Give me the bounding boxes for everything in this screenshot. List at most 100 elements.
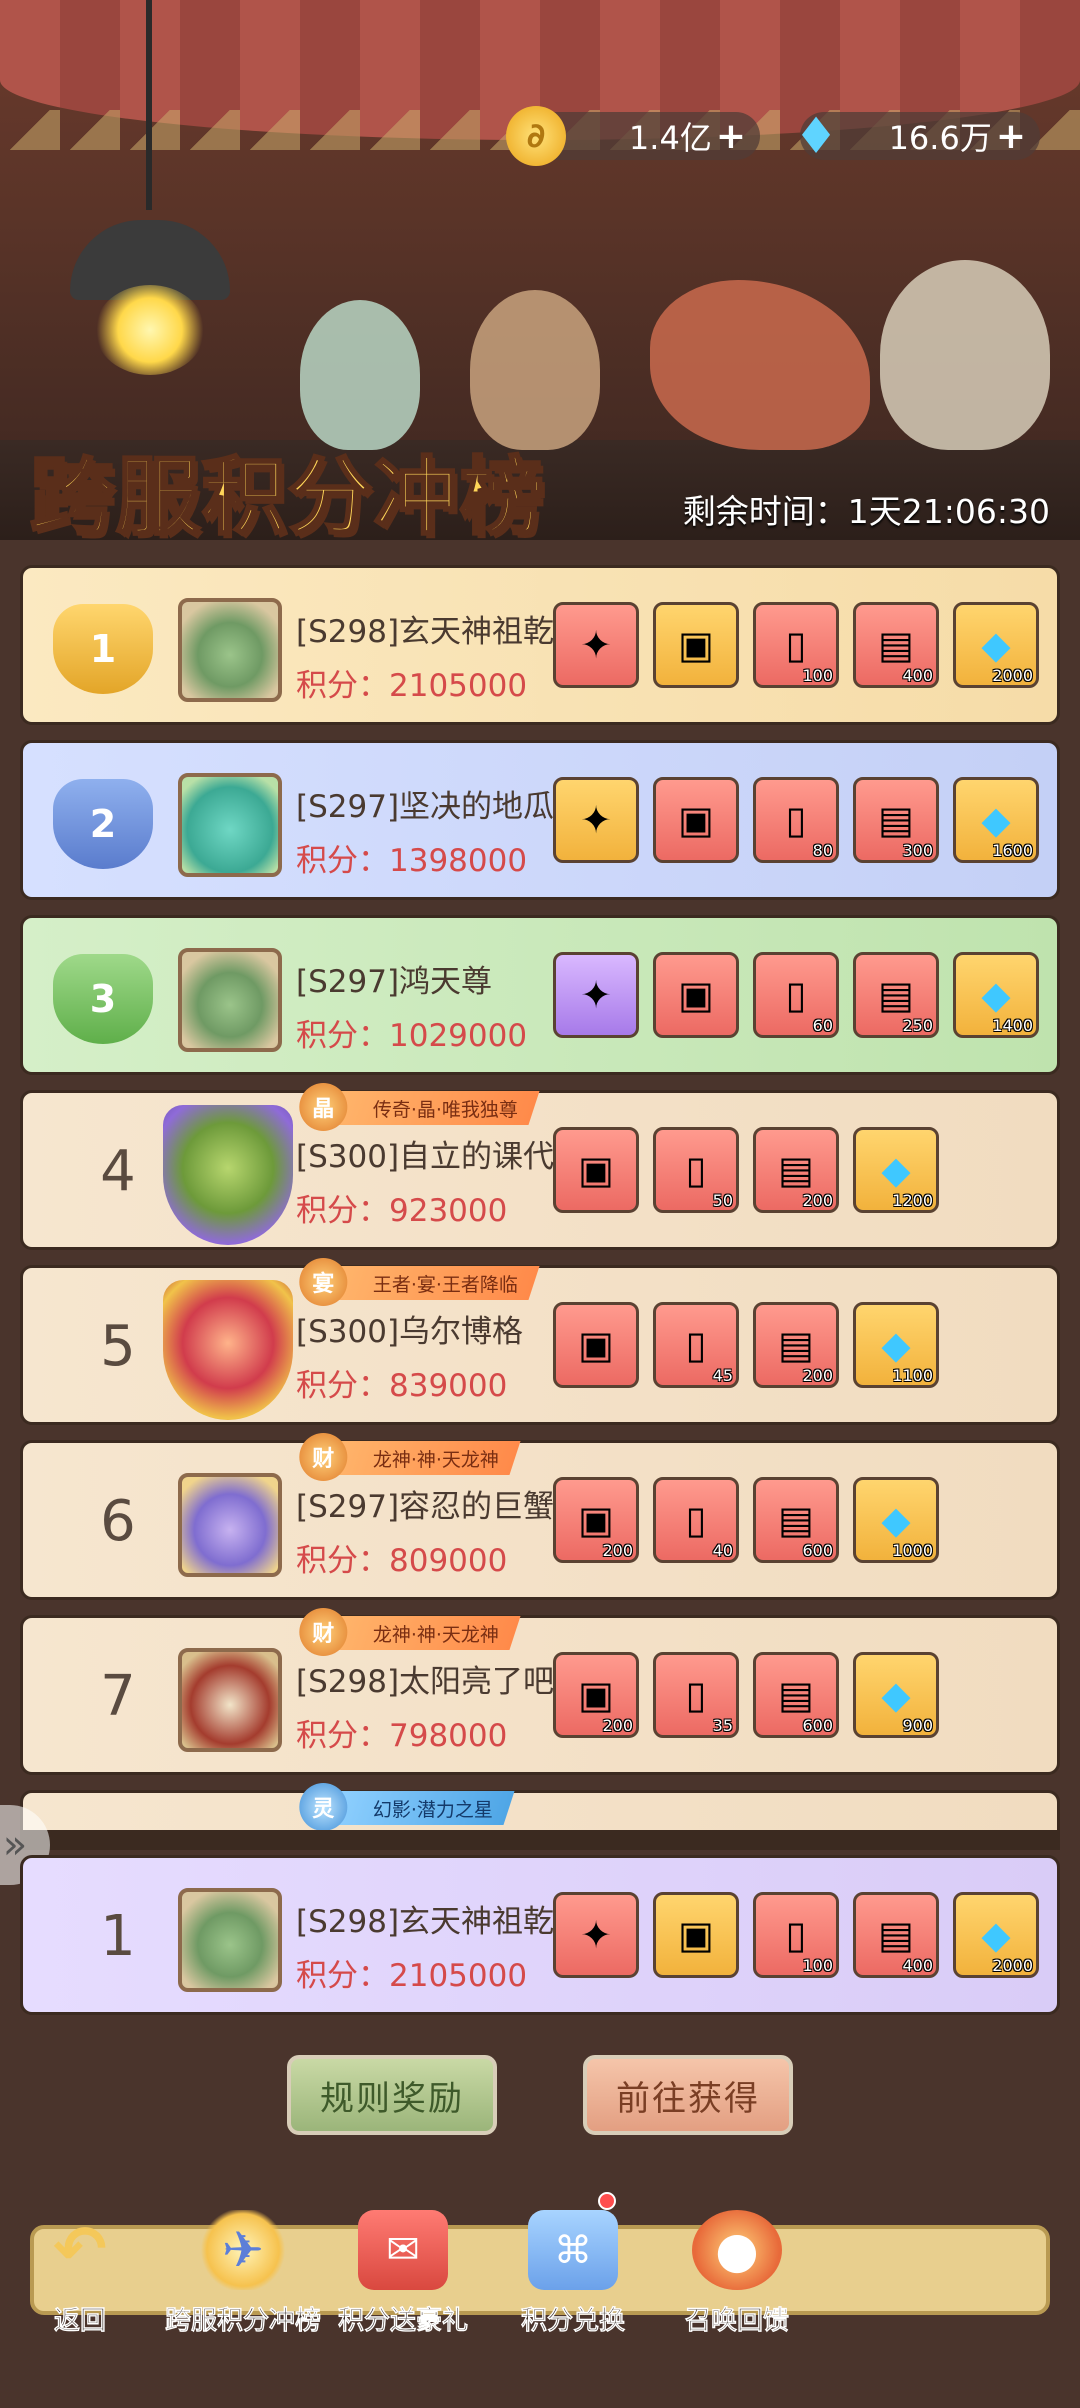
scroll-card-icon[interactable]: ▯ 100: [753, 602, 839, 688]
scroll-card-icon[interactable]: ▯ 35: [653, 1652, 739, 1738]
reward-qty: 600: [802, 1541, 833, 1560]
gold-currency[interactable]: ∂ 1.4亿 +: [506, 106, 760, 166]
rank-row-1[interactable]: 1 [S298]玄天神祖乾 积分：2105000 ✦ ▣ ▯ 100 ▤ 400 ◆…: [20, 565, 1060, 725]
scroll-card-icon[interactable]: ▯ 45: [653, 1302, 739, 1388]
mimic-chest-icon[interactable]: ▤ 250: [853, 952, 939, 1038]
reward-qty: 100: [802, 1956, 833, 1975]
player-score: 积分：2105000: [296, 668, 528, 704]
title-tag-icon: 财: [299, 1608, 348, 1656]
player-score: 积分：1029000: [296, 1018, 528, 1054]
rank-row-3[interactable]: 3 [S297]鸿天尊 积分：1029000 ✦ ▣ ▯ 60 ▤ 250 ◆ 140…: [20, 915, 1060, 1075]
title-tag-icon: 晶: [299, 1083, 348, 1131]
title-tag-text: 传奇·晶·唯我独尊: [373, 1098, 519, 1121]
tab-summon-feedback[interactable]: ● 召唤回馈: [652, 2210, 822, 2337]
add-gem-icon[interactable]: +: [996, 116, 1026, 157]
rank-row-5[interactable]: 5 宴 王者·宴·王者降临 [S300]乌尔博格 积分：839000 ▣ ▯ 45…: [20, 1258, 1060, 1425]
player-score: 积分：839000: [296, 1368, 508, 1404]
mimic-chest-icon[interactable]: ▤ 200: [753, 1302, 839, 1388]
rank-row-7[interactable]: 7 财 龙神·神·天龙神 [S298]太阳亮了吧 积分：798000 ▣ 200 …: [20, 1608, 1060, 1775]
rules-reward-button[interactable]: 规则奖励: [287, 2055, 497, 2135]
gold-chest-icon[interactable]: ▣: [653, 1892, 739, 1978]
tab-score-gift[interactable]: ✉ 积分送豪礼: [318, 2210, 488, 2337]
scroll-card-icon[interactable]: ▯ 50: [653, 1127, 739, 1213]
silver-trophy-icon: 2: [53, 779, 153, 869]
scroll-card-icon[interactable]: ▯ 40: [653, 1477, 739, 1563]
mimic-chest-icon[interactable]: ▤ 600: [753, 1652, 839, 1738]
add-gold-icon[interactable]: +: [716, 116, 746, 157]
diamond-icon[interactable]: ◆ 1600: [953, 777, 1039, 863]
title-tag-icon: 财: [299, 1433, 348, 1481]
avatar[interactable]: [178, 1648, 282, 1752]
mimic-chest-icon[interactable]: ▤ 400: [853, 602, 939, 688]
diamond-icon[interactable]: ◆ 2000: [953, 1892, 1039, 1978]
reward-qty: 1000: [892, 1541, 933, 1560]
avatar[interactable]: [178, 1473, 282, 1577]
wing-badge-icon[interactable]: ✦: [553, 1892, 639, 1978]
title-tag-text: 龙神·神·天龙神: [373, 1623, 500, 1646]
tab-cross-server-rank[interactable]: ✈ 跨服积分冲榜: [158, 2210, 328, 2337]
reward-qty: 35: [712, 1716, 733, 1735]
my-player-name: [S298]玄天神祖乾: [296, 1904, 555, 1940]
avatar[interactable]: [178, 773, 282, 877]
tab-label: 积分送豪礼: [337, 2306, 469, 2337]
diamond-icon[interactable]: ◆ 1000: [853, 1477, 939, 1563]
go-get-button[interactable]: 前往获得: [583, 2055, 793, 2135]
mimic-chest-icon[interactable]: ▤ 600: [753, 1477, 839, 1563]
title-tag-text: 王者·宴·王者降临: [373, 1273, 519, 1296]
title-tag-text: 龙神·神·天龙神: [373, 1448, 500, 1471]
rank-row-2[interactable]: 2 [S297]坚决的地瓜 积分：1398000 ✦ ▣ ▯ 80 ▤ 300 ◆ 1…: [20, 740, 1060, 900]
scroll-card-icon[interactable]: ▯ 100: [753, 1892, 839, 1978]
avatar-frame[interactable]: [163, 1105, 293, 1245]
red-chest-icon[interactable]: ▣: [553, 1302, 639, 1388]
mimic-chest-icon[interactable]: ▤ 200: [753, 1127, 839, 1213]
scroll-card-icon[interactable]: ▯ 60: [753, 952, 839, 1038]
title-tag-icon: 宴: [299, 1258, 348, 1306]
page-title: 跨服积分冲榜: [28, 447, 547, 541]
red-chest-icon[interactable]: ▣ 200: [553, 1652, 639, 1738]
red-chest-icon[interactable]: ▣ 200: [553, 1477, 639, 1563]
avatar[interactable]: [178, 948, 282, 1052]
gem-currency[interactable]: ♦ 16.6万 +: [794, 107, 1040, 165]
wing-badge-icon[interactable]: ✦: [553, 777, 639, 863]
wing-badge-icon[interactable]: ✦: [553, 952, 639, 1038]
title-tag: 宴 王者·宴·王者降临: [299, 1258, 540, 1306]
avatar[interactable]: [178, 598, 282, 702]
diamond-icon[interactable]: ◆ 900: [853, 1652, 939, 1738]
my-rank-row[interactable]: 1 [S298]玄天神祖乾 积分：2105000 ✦ ▣ ▯ 100 ▤ 400 ◆…: [20, 1855, 1060, 2015]
ranking-list[interactable]: 1 [S298]玄天神祖乾 积分：2105000 ✦ ▣ ▯ 100 ▤ 400 ◆…: [20, 562, 1060, 1832]
red-chest-icon[interactable]: ▣: [553, 1127, 639, 1213]
reward-list: ▣ ▯ 50 ▤ 200 ◆ 1200: [553, 1127, 939, 1213]
diamond-icon[interactable]: ◆ 2000: [953, 602, 1039, 688]
gold-coin-icon: ∂: [506, 106, 566, 166]
rank-number: 6: [100, 1489, 136, 1554]
reward-list: ▣ ▯ 45 ▤ 200 ◆ 1100: [553, 1302, 939, 1388]
tab-label: 积分兑换: [520, 2306, 626, 2337]
diamond-icon[interactable]: ◆ 1400: [953, 952, 1039, 1038]
rank-row-8[interactable]: 灵 幻影·潜力之星: [20, 1783, 1060, 1832]
back-arrow-icon: ↶: [53, 2213, 107, 2287]
avatar-frame[interactable]: [163, 1280, 293, 1420]
red-envelope-icon: ✉: [358, 2210, 448, 2290]
diamond-icon[interactable]: ◆ 1200: [853, 1127, 939, 1213]
tab-score-exchange[interactable]: ⌘ 积分兑换: [488, 2210, 658, 2337]
reward-qty: 200: [602, 1541, 633, 1560]
rank-row-6[interactable]: 6 财 龙神·神·天龙神 [S297]容忍的巨蟹 积分：809000 ▣ 200 …: [20, 1433, 1060, 1600]
mimic-chest-icon[interactable]: ▤ 400: [853, 1892, 939, 1978]
red-chest-icon[interactable]: ▣: [653, 777, 739, 863]
ticket-icon: ⌘: [528, 2210, 618, 2290]
gold-trophy-icon: 1: [53, 604, 153, 694]
reward-qty: 1100: [892, 1366, 933, 1385]
mimic-chest-icon[interactable]: ▤ 300: [853, 777, 939, 863]
diamond-icon[interactable]: ◆ 1100: [853, 1302, 939, 1388]
scroll-card-icon[interactable]: ▯ 80: [753, 777, 839, 863]
rank-row-4[interactable]: 4 晶 传奇·晶·唯我独尊 [S300]自立的课代 积分：923000 ▣ ▯ 5…: [20, 1083, 1060, 1250]
green-chest-icon[interactable]: ▣: [653, 952, 739, 1038]
gold-chest-icon[interactable]: ▣: [653, 602, 739, 688]
player-name: [S297]坚决的地瓜: [296, 789, 555, 825]
rank-number: 5: [100, 1314, 136, 1379]
gem-amount: 16.6万: [888, 119, 992, 157]
my-avatar[interactable]: [178, 1888, 282, 1992]
back-button[interactable]: ↶ 返回: [0, 2210, 160, 2337]
player-score: 积分：923000: [296, 1193, 508, 1229]
wing-badge-icon[interactable]: ✦: [553, 602, 639, 688]
